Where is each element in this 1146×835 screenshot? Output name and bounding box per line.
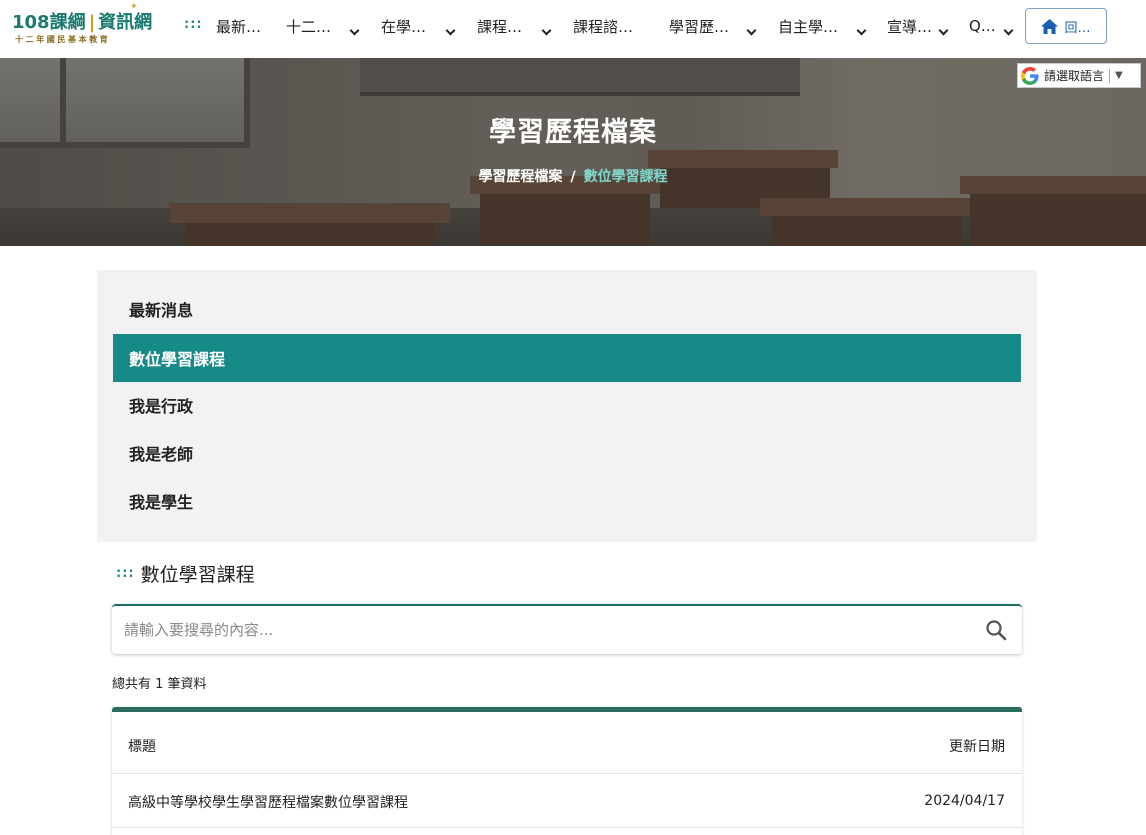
row-date: 2024/04/17	[924, 793, 1005, 809]
nav-dots-icon: :::	[184, 17, 203, 32]
nav-item-curriculum-counseling[interactable]: 課程諮…	[573, 14, 633, 38]
nav-item-label: 最新…	[216, 17, 262, 36]
nav-item-promotion[interactable]: 宣導…	[887, 14, 932, 38]
dropdown-arrow-icon: ▼	[1115, 70, 1123, 81]
column-header-title[interactable]: 標題	[128, 736, 156, 756]
breadcrumb-current: 數位學習課程	[583, 169, 668, 185]
nav-item-curriculum[interactable]: 課程…	[477, 14, 522, 38]
result-count: 總共有 1 筆資料	[112, 677, 207, 692]
chevron-down-icon[interactable]	[856, 19, 870, 36]
chevron-down-icon[interactable]	[445, 19, 459, 36]
search-box	[112, 604, 1022, 654]
breadcrumb-separator: /	[570, 169, 576, 185]
menu-item-administration[interactable]: 我是行政	[113, 381, 1021, 429]
language-label: 請選取語言	[1044, 69, 1105, 83]
nav-item-label: 宣導…	[887, 17, 933, 36]
chevron-down-icon[interactable]	[541, 19, 555, 36]
page-banner: 學習歷程檔案 學習歷程檔案 / 數位學習課程	[0, 58, 1146, 246]
menu-item-label: 數位學習課程	[129, 350, 226, 369]
menu-item-label: 我是老師	[129, 445, 194, 464]
home-button[interactable]: 回…	[1025, 8, 1107, 44]
search-input[interactable]	[112, 606, 972, 654]
menu-item-news[interactable]: 最新消息	[113, 285, 1021, 333]
menu-item-teacher[interactable]: 我是老師	[113, 429, 1021, 477]
google-icon	[1021, 66, 1039, 85]
menu-item-label: 最新消息	[129, 301, 194, 320]
nav-item-label: 課程…	[477, 17, 523, 36]
nav-item-qa[interactable]: Q…	[969, 14, 996, 38]
site-header: 108課綱 | 資訊網 ✦ 十二年國民基本教育 ::: 最新… 十二… 在學… 課程…	[0, 0, 1146, 58]
results-table: 標題 更新日期 高級中等學校學生學習歷程檔案數位學習課程 2024/04/17	[112, 707, 1022, 835]
section-title: 數位學習課程	[140, 564, 255, 586]
site-logo[interactable]: 108課綱 | 資訊網 ✦ 十二年國民基本教育	[12, 2, 162, 50]
nav-item-news[interactable]: 最新…	[216, 14, 261, 38]
home-button-label: 回…	[1064, 20, 1091, 36]
logo-title-part1: 108課綱	[12, 12, 86, 33]
page-title: 學習歷程檔案	[489, 117, 657, 148]
breadcrumb: 學習歷程檔案 / 數位學習課程	[0, 166, 1146, 186]
nav-item-label: 自主學…	[778, 17, 839, 36]
column-header-date[interactable]: 更新日期	[949, 736, 1005, 756]
language-divider	[1109, 68, 1111, 83]
home-icon	[1041, 18, 1059, 34]
menu-item-student[interactable]: 我是學生	[113, 477, 1021, 525]
banner-overlay	[0, 58, 1146, 246]
section-heading: ::: 數位學習課程	[116, 560, 255, 587]
logo-title-part2: 資訊網	[98, 12, 153, 33]
language-selector[interactable]: 請選取語言 ▼	[1017, 63, 1141, 88]
nav-item-label: 十二…	[286, 17, 332, 36]
nav-item-self-learning[interactable]: 自主學…	[778, 14, 838, 38]
chevron-down-icon[interactable]	[938, 19, 952, 36]
nav-item-learning-portfolio[interactable]: 學習歷…	[669, 14, 729, 38]
nav-item-label: 課程諮…	[573, 17, 634, 36]
breadcrumb-link[interactable]: 學習歷程檔案	[478, 169, 562, 185]
nav-item-twelve-year[interactable]: 十二…	[286, 14, 331, 38]
nav-item-label: 在學…	[381, 17, 427, 36]
menu-item-label: 我是行政	[129, 397, 194, 416]
section-dots-icon: :::	[116, 566, 135, 581]
table-row[interactable]: 高級中等學校學生學習歷程檔案數位學習課程 2024/04/17	[112, 774, 1022, 828]
chevron-down-icon[interactable]	[746, 19, 760, 36]
nav-item-in-school[interactable]: 在學…	[381, 14, 426, 38]
table-divider	[112, 827, 1022, 828]
nav-item-label: 學習歷…	[669, 17, 730, 36]
logo-star-icon: ✦	[130, 2, 138, 12]
menu-item-label: 我是學生	[129, 493, 194, 512]
logo-subtitle: 十二年國民基本教育	[15, 35, 111, 44]
logo-separator: |	[88, 12, 96, 33]
row-title-link[interactable]: 高級中等學校學生學習歷程檔案數位學習課程	[128, 792, 408, 812]
chevron-down-icon[interactable]	[349, 19, 363, 36]
nav-item-label: Q…	[969, 17, 996, 35]
menu-item-digital-courses[interactable]: 數位學習課程	[113, 334, 1021, 382]
category-menu: 最新消息 數位學習課程 我是行政 我是老師 我是學生	[97, 270, 1037, 542]
chevron-down-icon[interactable]	[1003, 19, 1017, 36]
search-icon[interactable]	[985, 619, 1007, 641]
